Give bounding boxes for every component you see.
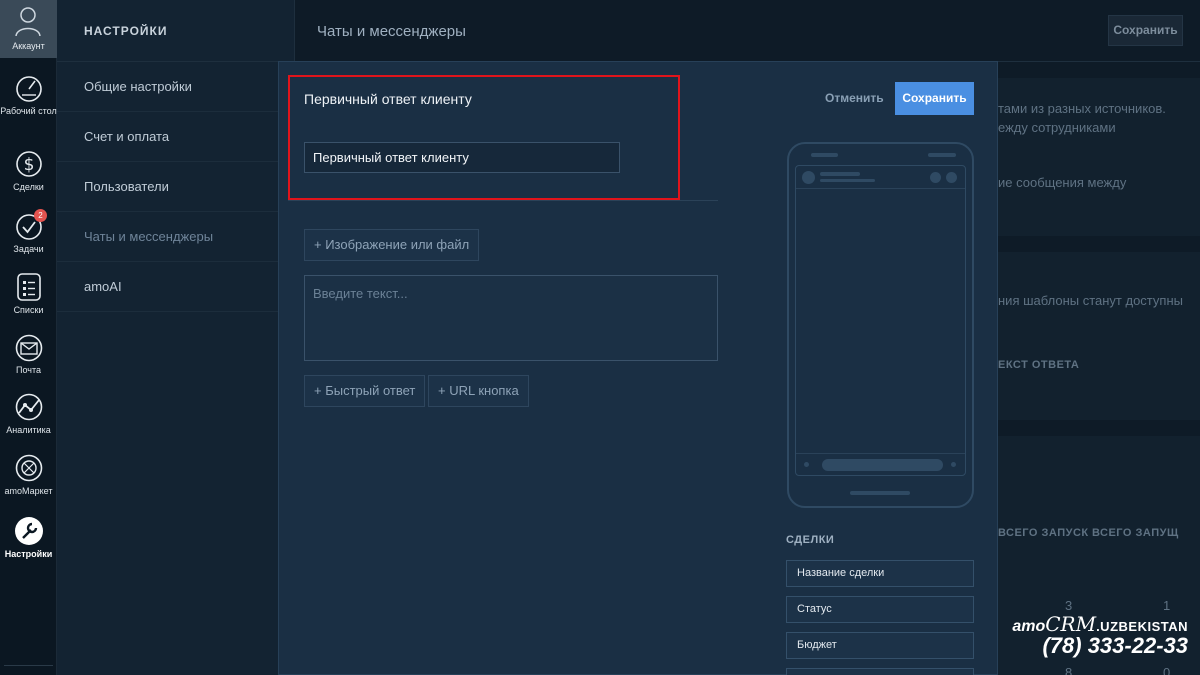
phone-screen [795,165,966,476]
dollar-icon: $ [15,151,42,177]
wrench-icon [14,517,43,545]
settings-nav-item-users[interactable]: Пользователи [57,162,294,212]
rail-label-market: amoМаркет [4,486,53,496]
phone-speaker [928,153,956,157]
watermark-phone: (78) 333-22-33 [1042,633,1188,658]
settings-nav-item-chats[interactable]: Чаты и мессенджеры [57,212,294,262]
background-value: 1 [1163,598,1171,613]
market-icon [15,454,42,482]
background-text: ежду сотрудниками [998,120,1116,135]
rail-label-tasks: Задачи [13,244,44,254]
contact-avatar-icon [802,171,815,184]
background-value: 3 [1065,598,1073,613]
user-avatar-icon [15,7,41,36]
header-action-icon [946,172,957,183]
field-chip-budget[interactable]: Бюджет [786,632,974,659]
rail-item-tasks[interactable]: 2 Задачи [0,209,57,255]
rail-item-market[interactable]: amoМаркет [0,453,57,497]
skeleton-line [820,179,875,182]
background-text: тами из разных источников. [998,101,1166,116]
page-title: Чаты и мессенджеры [317,23,466,40]
background-text: ие сообщения между [998,175,1127,190]
cancel-button[interactable]: Отменить [825,91,884,105]
page-save-button[interactable]: Сохранить [1108,15,1183,46]
save-button[interactable]: Сохранить [895,82,974,115]
analytics-icon [15,393,42,421]
message-placeholder: Введите текст... [313,286,408,301]
background-column-header: ВСЕГО ЗАПУЩ [1092,527,1179,539]
modal-divider [288,200,718,201]
settings-nav-item-billing[interactable]: Счет и оплата [57,112,294,162]
fields-caption: СДЕЛКИ [786,534,835,546]
rail-item-settings[interactable]: Настройки [0,516,57,560]
url-button[interactable]: + URL кнопка [428,375,529,407]
rail-label-analytics: Аналитика [6,425,51,435]
background-text: ния шаблоны станут доступны [998,293,1183,308]
rail-label-mail: Почта [16,365,41,375]
brand-prefix: amo [1012,618,1046,635]
rail-label-settings: Настройки [4,549,53,559]
rail-label-lists: Списки [13,305,44,315]
background-caption: ЕКСТ ОТВЕТА [998,359,1080,371]
reply-editor-modal: Первичный ответ клиенту Отменить Сохрани… [278,61,998,675]
dashboard-icon [15,76,42,102]
background-value: 8 [1065,665,1073,675]
rail-item-deals[interactable]: $ Сделки [0,149,57,193]
attach-file-button[interactable]: + Изображение или файл [304,229,480,261]
icon-rail: Аккаунт Рабочий стол $ Сделки 2 Задачи С… [0,0,57,675]
rail-divider [4,665,53,666]
account-button[interactable]: Аккаунт [0,0,57,58]
input-dot-icon [951,462,956,467]
message-text-area[interactable]: Введите текст... [304,275,718,361]
field-chip-status[interactable]: Статус [786,596,974,623]
rail-item-analytics[interactable]: Аналитика [0,392,57,436]
account-label: Аккаунт [12,41,45,51]
settings-nav-item-amoai[interactable]: amoAI [57,262,294,312]
phone-input-bar [796,453,965,475]
list-icon [16,273,41,301]
settings-heading: НАСТРОЙКИ [57,0,294,62]
background-card [981,252,1200,420]
settings-nav-item-general[interactable]: Общие настройки [57,62,294,112]
background-value: 0 [1163,665,1171,675]
skeleton-line [820,172,860,176]
template-name-input[interactable] [304,142,620,173]
rail-label-dashboard: Рабочий стол [0,106,57,116]
background-column-header: ВСЕГО ЗАПУСК [998,527,1089,539]
phone-chat-header [796,166,965,189]
page-header: Чаты и мессенджеры Сохранить [295,0,1200,62]
quick-reply-button[interactable]: + Быстрый ответ [304,375,426,407]
header-action-icon [930,172,941,183]
mail-icon [15,334,42,362]
phone-speaker [811,153,838,157]
skeleton-input [822,459,943,471]
rail-item-lists[interactable]: Списки [0,272,57,316]
phone-home-indicator [850,491,910,495]
field-chip-deal-name[interactable]: Название сделки [786,560,974,587]
modal-title: Первичный ответ клиенту [304,91,472,107]
brand-suffix: .UZBEKISTAN [1096,619,1188,634]
rail-item-dashboard[interactable]: Рабочий стол [0,75,57,117]
field-chip[interactable] [786,668,974,675]
phone-preview [787,142,974,508]
input-dot-icon [804,462,809,467]
rail-label-deals: Сделки [13,182,44,192]
svg-text:$: $ [23,155,34,175]
rail-item-mail[interactable]: Почта [0,334,57,376]
tasks-badge: 2 [34,209,47,222]
settings-nav: НАСТРОЙКИ Общие настройки Счет и оплата … [57,0,295,675]
